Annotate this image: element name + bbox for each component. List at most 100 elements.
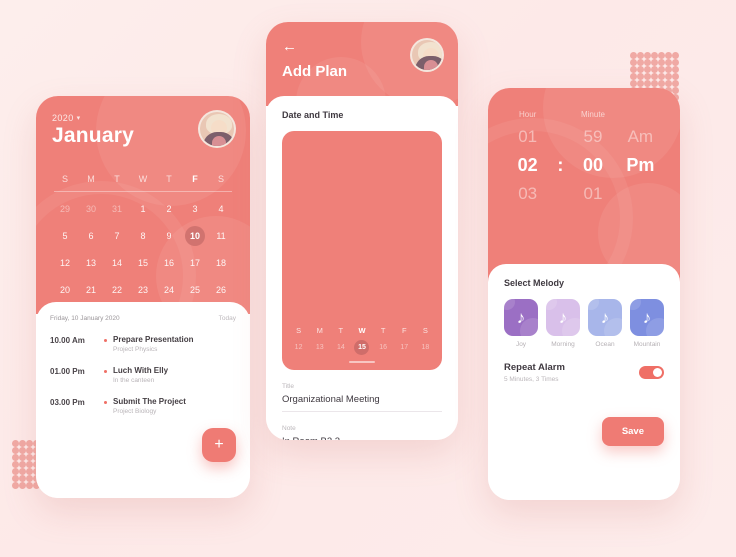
decor-dot	[651, 80, 658, 87]
calendar-week-row: 20 21 22 23 24 25 26	[52, 280, 234, 300]
agenda-card: Friday, 10 January 2020 Today 10.00 Am Pr…	[36, 302, 250, 498]
date-strip-date[interactable]: 16	[373, 340, 394, 355]
calendar-day-cell[interactable]: 6	[78, 226, 104, 246]
calendar-day-cell[interactable]: 17	[182, 253, 208, 273]
separator-selected: :	[557, 155, 564, 175]
title-field-group: Title Organizational Meeting	[282, 383, 442, 412]
hour-value-selected: 02	[517, 155, 538, 175]
phone-calendar-screen: 2020 ▾ January SMTWTFS 29 30 31 1 2 3 4 5 6 7 8 9 10…	[36, 96, 250, 498]
title-input[interactable]: Organizational Meeting	[282, 394, 442, 412]
decor-dot	[26, 482, 33, 489]
decor-dot	[19, 447, 26, 454]
alarm-save-row: Save	[504, 417, 664, 446]
decor-dot	[665, 59, 672, 66]
time-picker-row-previous[interactable]: 01 59 Am	[504, 127, 664, 147]
date-strip-date[interactable]: 18	[415, 340, 436, 355]
melody-item[interactable]: ♪ Mountain	[630, 299, 664, 348]
calendar-day-cell[interactable]: 2	[156, 199, 182, 219]
date-strip-handle[interactable]	[349, 361, 375, 363]
time-picker-row-selected[interactable]: 02 : 00 Pm	[504, 155, 664, 176]
calendar-day-cell[interactable]: 7	[104, 226, 130, 246]
melody-list: ♪ Joy ♪ Morning ♪ Ocean ♪ Mountain	[504, 299, 664, 348]
date-strip-date[interactable]: 15	[351, 340, 372, 355]
calendar-day-cell[interactable]: 23	[130, 280, 156, 300]
decor-dot	[19, 468, 26, 475]
calendar-day-cell[interactable]: 24	[156, 280, 182, 300]
list-item[interactable]: 10.00 Am Prepare Presentation Project Phys…	[50, 335, 236, 353]
calendar-day-cell[interactable]: 11	[208, 226, 234, 246]
calendar-day-cell[interactable]: 30	[78, 199, 104, 219]
back-arrow-icon[interactable]: ←	[282, 39, 442, 54]
calendar-weekday: M	[87, 174, 95, 184]
calendar-day-cell[interactable]: 15	[130, 253, 156, 273]
calendar-grid: 29 30 31 1 2 3 4 5 6 7 8 9 10 11 12 13 14 15 16 17 18 20 21 22 2…	[52, 199, 234, 314]
calendar-day-cell[interactable]: 13	[78, 253, 104, 273]
minute-value-next: 01	[583, 184, 603, 203]
event-text-group: Luch With Elly In the canteen	[113, 366, 168, 384]
calendar-day-cell[interactable]: 1	[130, 199, 156, 219]
event-subtitle: In the canteen	[113, 377, 155, 384]
decor-dot	[637, 59, 644, 66]
decor-dot	[672, 59, 679, 66]
date-strip-date[interactable]: 12	[288, 340, 309, 355]
melody-item[interactable]: ♪ Morning	[546, 299, 580, 348]
date-strip-dates[interactable]: 12 13 14 15 16 17 18	[288, 340, 436, 355]
calendar-day-cell[interactable]: 31	[104, 199, 130, 219]
decor-dot	[19, 482, 26, 489]
calendar-day-cell[interactable]: 3	[182, 199, 208, 219]
date-strip-weekday: S	[296, 326, 302, 335]
repeat-alarm-toggle[interactable]	[639, 366, 664, 379]
date-strip[interactable]: S M T W T F S 12 13 14 15 16 17 18	[282, 131, 442, 370]
melody-card[interactable]: ♪	[546, 299, 580, 336]
decor-dot	[19, 461, 26, 468]
minute-value-prev: 59	[583, 127, 603, 146]
melody-card[interactable]: ♪	[630, 299, 664, 336]
date-strip-date[interactable]: 14	[330, 340, 351, 355]
phone-addplan-screen: ← Add Plan Date and Time SMTWTFS 12 13 14 1…	[266, 22, 458, 440]
date-strip-weekday: T	[338, 326, 344, 335]
date-strip-date[interactable]: 17	[394, 340, 415, 355]
calendar-day-cell[interactable]: 4	[208, 199, 234, 219]
melody-item[interactable]: ♪ Ocean	[588, 299, 622, 348]
date-strip-weekday: F	[401, 326, 407, 335]
decor-circle	[504, 299, 515, 310]
list-item[interactable]: 03.00 Pm Submit The Project Project Biolog…	[50, 397, 236, 415]
calendar-day-cell[interactable]: 16	[156, 253, 182, 273]
save-button[interactable]: Save	[601, 417, 664, 446]
calendar-day-cell[interactable]: 20	[52, 280, 78, 300]
calendar-day-cell[interactable]: 5	[52, 226, 78, 246]
calendar-day-cell[interactable]: 25	[182, 280, 208, 300]
calendar-day-cell[interactable]: 9	[156, 226, 182, 246]
decor-dot	[630, 73, 637, 80]
note-input[interactable]: In Room B2.2	[282, 436, 442, 440]
decor-dot	[12, 468, 19, 475]
melody-card[interactable]: ♪	[588, 299, 622, 336]
decor-dot	[665, 52, 672, 59]
addplan-form: Date and Time S M T W T F S 12 13 14 15 16 17 18 Tit…	[266, 96, 458, 440]
calendar-day-selected: 10	[185, 226, 205, 246]
calendar-day-cell[interactable]: 14	[104, 253, 130, 273]
calendar-day-cell[interactable]: 26	[208, 280, 234, 300]
calendar-day-cell[interactable]: 12	[52, 253, 78, 273]
time-picker-row-next[interactable]: 03 01	[504, 184, 664, 204]
calendar-day-cell[interactable]: 10	[182, 226, 208, 246]
melody-label: Morning	[551, 341, 575, 348]
avatar[interactable]	[198, 110, 236, 148]
date-strip-date[interactable]: 13	[309, 340, 330, 355]
agenda-header: Friday, 10 January 2020 Today	[50, 315, 236, 322]
calendar-day-cell[interactable]: 29	[52, 199, 78, 219]
decor-dot	[19, 440, 26, 447]
melody-card[interactable]: ♪	[504, 299, 538, 336]
add-plan-button[interactable]: +	[202, 428, 236, 462]
calendar-day-cell[interactable]: 8	[130, 226, 156, 246]
list-item[interactable]: 01.00 Pm Luch With Elly In the canteen	[50, 366, 236, 384]
calendar-day-cell[interactable]: 21	[78, 280, 104, 300]
calendar-day-cell[interactable]: 18	[208, 253, 234, 273]
melody-item[interactable]: ♪ Joy	[504, 299, 538, 348]
meridiem-value-selected: Pm	[626, 155, 655, 175]
event-subtitle: Project Physics	[113, 346, 158, 353]
calendar-day-cell[interactable]: 22	[104, 280, 130, 300]
event-bullet-icon	[104, 397, 113, 415]
decor-dot	[665, 73, 672, 80]
